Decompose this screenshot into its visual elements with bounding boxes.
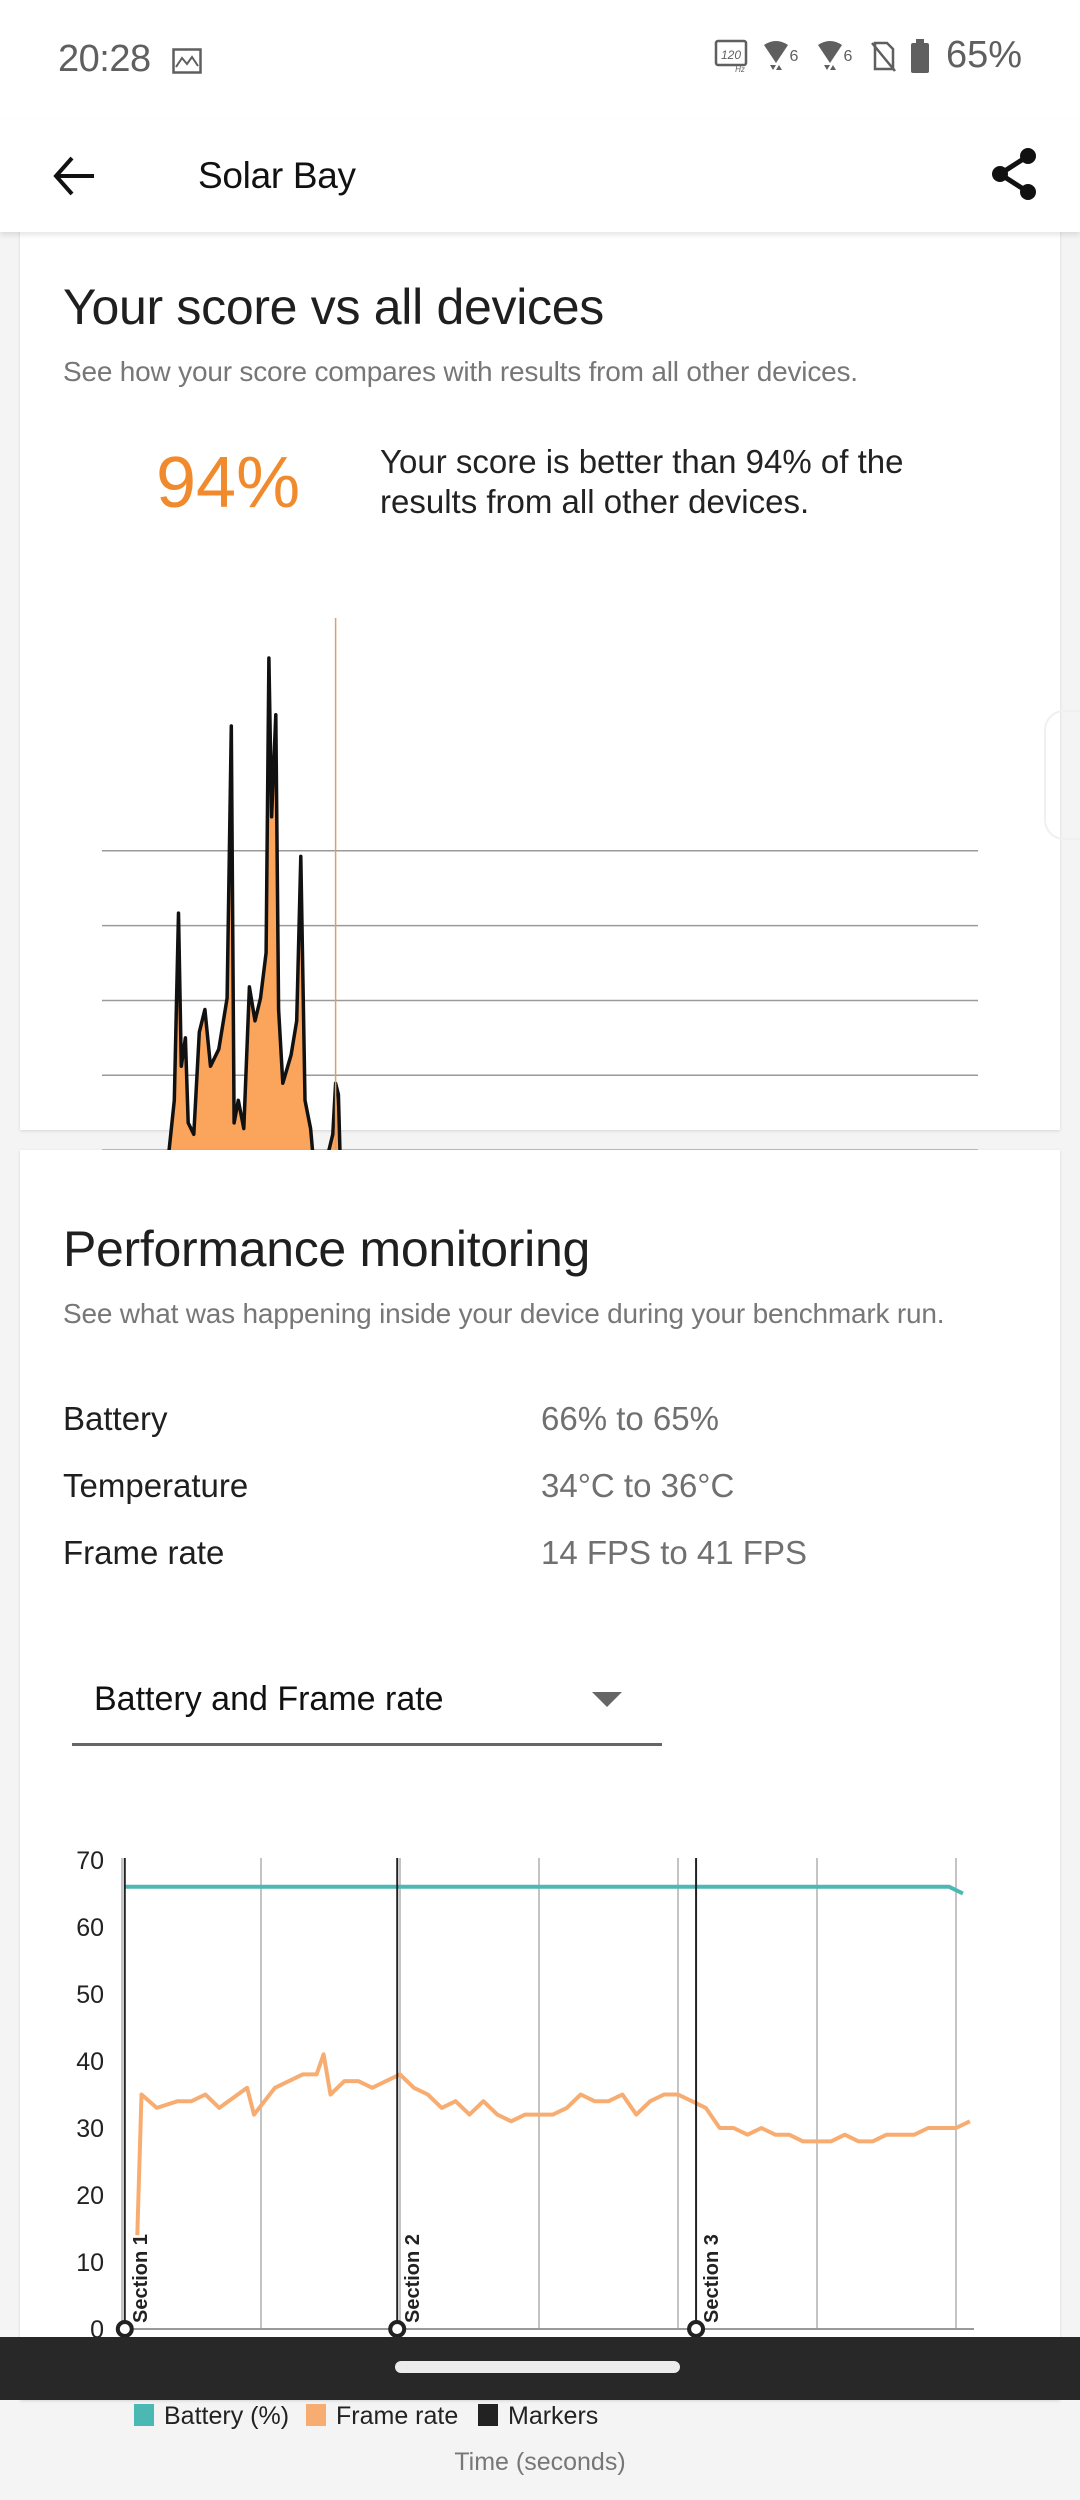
- legend-label: Battery (%): [164, 2402, 289, 2430]
- section-marker-label: Section 3: [701, 2234, 723, 2323]
- legend-swatch: [134, 2404, 154, 2426]
- score-card-subtitle: See how your score compares with results…: [63, 356, 858, 387]
- y-tick-label: 70: [76, 1847, 104, 1875]
- arrow-left-icon: [53, 156, 94, 196]
- wifi6-icon: 6: [817, 40, 852, 70]
- legend-swatch: [306, 2404, 326, 2426]
- battery-icon: [910, 38, 929, 73]
- refresh-rate-unit: Hz: [735, 65, 745, 73]
- y-tick-label: 50: [76, 1981, 104, 2009]
- stat-value: 66% to 65%: [541, 1400, 719, 1437]
- system-navigation-bar: [0, 2337, 1080, 2400]
- gallery-notification-icon: [172, 48, 202, 74]
- section-marker-point: [687, 2320, 706, 2338]
- y-tick-label: 10: [76, 2249, 104, 2277]
- svg-text:6: 6: [843, 48, 852, 65]
- battery-percent: 65%: [945, 34, 1022, 76]
- wifi6-icon: 6: [763, 40, 798, 70]
- stat-value: 14 FPS to 41 FPS: [541, 1534, 807, 1571]
- status-icons: 120 Hz 6 6 65%: [714, 34, 1022, 77]
- svg-text:6: 6: [789, 48, 798, 65]
- stat-label: Temperature: [63, 1467, 249, 1504]
- stat-label: Battery: [63, 1400, 168, 1437]
- edge-panel-handle[interactable]: [1044, 710, 1080, 840]
- percentile-description: Your score is better than 94% of the res…: [380, 443, 904, 520]
- page-title: Solar Bay: [198, 155, 356, 196]
- section-marker-point: [388, 2320, 407, 2338]
- back-button[interactable]: [44, 146, 104, 206]
- caret-down-icon: [592, 1692, 622, 1707]
- refresh-rate-label: 120: [721, 48, 741, 62]
- percentile-value: 94%: [156, 443, 301, 523]
- y-tick-label: 20: [76, 2182, 104, 2210]
- stat-value: 34°C to 36°C: [541, 1467, 735, 1504]
- no-sim-icon: [870, 41, 896, 72]
- battery-series-line: [124, 1884, 964, 1896]
- home-gesture-handle[interactable]: [395, 2361, 680, 2373]
- legend-label: Markers: [508, 2402, 598, 2430]
- status-bar: 20:28 120 Hz 6 6 65%: [0, 0, 1080, 120]
- share-icon: [992, 148, 1036, 200]
- y-tick-label: 40: [76, 2048, 104, 2076]
- x-axis-label: Time (seconds): [454, 2448, 625, 2476]
- refresh-rate-120hz-icon: 120 Hz: [714, 39, 748, 73]
- section-marker-label: Section 2: [402, 2234, 424, 2323]
- stat-label: Frame rate: [63, 1534, 225, 1571]
- share-button[interactable]: [982, 142, 1046, 206]
- section-marker-label: Section 1: [130, 2234, 152, 2323]
- y-tick-label: 30: [76, 2115, 104, 2143]
- performance-card-title: Performance monitoring: [63, 1221, 590, 1277]
- legend-swatch: [478, 2404, 498, 2426]
- score-card-title: Your score vs all devices: [63, 279, 604, 335]
- app-bar: Solar Bay: [0, 120, 1080, 232]
- performance-monitoring-card: Performance monitoring See what was happ…: [20, 1150, 1060, 2476]
- performance-card-subtitle: See what was happening inside your devic…: [63, 1298, 945, 1329]
- y-tick-label: 60: [76, 1914, 104, 1942]
- score-comparison-card: Your score vs all devices See how your s…: [20, 222, 1060, 1308]
- legend-label: Frame rate: [336, 2402, 458, 2430]
- status-time: 20:28: [58, 38, 151, 80]
- dropdown-selected-value: Battery and Frame rate: [94, 1680, 444, 1718]
- section-marker-point: [115, 2320, 134, 2338]
- chart-type-dropdown[interactable]: Battery and Frame rate: [72, 1650, 662, 1746]
- frame-rate-series-line: [135, 2052, 971, 2236]
